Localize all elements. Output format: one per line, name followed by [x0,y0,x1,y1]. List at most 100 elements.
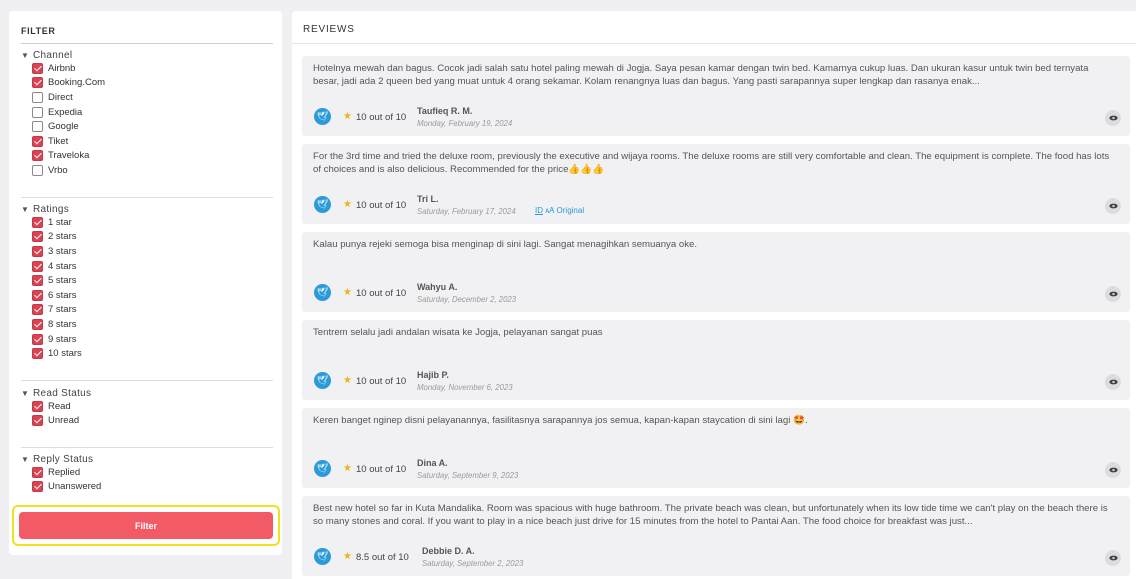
group-label: Read Status [33,387,92,399]
filter-group-channel: ▼ Channel Airbnb Booking.Com Direct Expe… [21,49,273,178]
checkbox[interactable] [32,275,43,287]
option-4-stars[interactable]: 4 stars [21,259,273,274]
review-card[interactable]: Best new hotel so far in Kuta Mandalika.… [302,496,1130,576]
group-toggle-ratings[interactable]: ▼ Ratings [21,203,273,215]
review-date: Monday, February 19, 2024 [417,119,513,128]
eye-icon [1108,115,1118,121]
eye-icon [1108,291,1118,297]
option-unread[interactable]: Unread [21,414,273,429]
view-button[interactable] [1105,374,1121,390]
checkbox[interactable] [32,289,43,301]
view-button[interactable] [1105,462,1121,478]
option-label: 7 stars [48,304,77,316]
option-10-stars[interactable]: 10 stars [21,346,273,361]
checkbox[interactable] [32,415,43,427]
checkbox[interactable] [32,333,43,345]
divider [21,43,273,44]
filter-title: FILTER [21,26,56,36]
checkbox[interactable] [32,121,43,133]
review-date: Saturday, December 2, 2023 [417,295,517,304]
reviewer-name: Debbie D. A. [422,546,475,556]
divider [21,447,273,448]
checkbox[interactable] [32,466,43,478]
filter-button[interactable]: Filter [19,512,273,539]
option-label: 8 stars [48,318,77,330]
option-traveloka[interactable]: Traveloka [21,149,273,164]
checkbox[interactable] [32,400,43,412]
checkbox[interactable] [32,348,43,360]
checkbox[interactable] [32,62,43,74]
checkbox[interactable] [32,135,43,147]
checkbox[interactable] [32,91,43,103]
filter-group-reply-status: ▼ Reply Status Replied Unanswered [21,453,273,494]
view-button[interactable] [1105,198,1121,214]
review-text: Tentrem selalu jadi andalan wisata ke Jo… [313,327,603,338]
bird-icon: 🕊 [314,372,331,389]
review-card[interactable]: Kalau punya rejeki semoga bisa menginap … [302,232,1130,312]
checkbox[interactable] [32,260,43,272]
review-text: Keren banget nginep disni pelayanannya, … [313,415,808,426]
review-date: Monday, November 6, 2023 [417,383,513,392]
review-card[interactable]: Keren banget nginep disni pelayanannya, … [302,408,1130,488]
option-label: Unanswered [48,481,102,493]
option-5-stars[interactable]: 5 stars [21,273,273,288]
checkbox[interactable] [32,304,43,316]
option-airbnb[interactable]: Airbnb [21,61,273,76]
review-card[interactable]: Tentrem selalu jadi andalan wisata ke Jo… [302,320,1130,400]
option-booking-com[interactable]: Booking.Com [21,76,273,91]
filter-panel: FILTER ▼ Channel Airbnb Booking.Com Dire… [9,11,282,555]
review-rating: 10 out of 10 [356,376,407,387]
review-rating: 10 out of 10 [356,112,407,123]
option-label: 6 stars [48,289,77,301]
option-tiket[interactable]: Tiket [21,134,273,149]
checkbox[interactable] [32,216,43,228]
view-button[interactable] [1105,286,1121,302]
checkbox[interactable] [32,77,43,89]
checkbox[interactable] [32,245,43,257]
option-label: Google [48,121,79,133]
option-unanswered[interactable]: Unanswered [21,480,273,495]
checkbox[interactable] [32,318,43,330]
option-replied[interactable]: Replied [21,465,273,480]
group-toggle-channel[interactable]: ▼ Channel [21,49,273,61]
checkbox[interactable] [32,150,43,162]
reviewer-name: Wahyu A. [417,282,458,292]
review-date: Saturday, September 9, 2023 [417,471,519,480]
group-toggle-read-status[interactable]: ▼ Read Status [21,387,273,399]
translation-toggle[interactable]: ID 🗚 Original [535,206,584,216]
option-7-stars[interactable]: 7 stars [21,303,273,318]
review-card[interactable]: Hotelnya mewah dan bagus. Cocok jadi sal… [302,56,1130,136]
checkbox[interactable] [32,164,43,176]
review-rating: 10 out of 10 [356,200,407,211]
review-footer: 🕊 ★ 10 out of 10 Dina A. Saturday, Septe… [314,456,1121,482]
translation-label: Original [556,206,585,215]
option-2-stars[interactable]: 2 stars [21,230,273,245]
caret-down-icon: ▼ [21,50,30,60]
review-text: For the 3rd time and tried the deluxe ro… [313,151,1110,175]
filter-group-ratings: ▼ Ratings 1 star 2 stars 3 stars 4 stars… [21,203,273,361]
option-3-stars[interactable]: 3 stars [21,244,273,259]
review-rating: 10 out of 10 [356,288,407,299]
checkbox[interactable] [32,106,43,118]
option-8-stars[interactable]: 8 stars [21,317,273,332]
review-card[interactable]: For the 3rd time and tried the deluxe ro… [302,144,1130,224]
view-button[interactable] [1105,110,1121,126]
option-vrbo[interactable]: Vrbo [21,163,273,178]
bird-icon: 🕊 [314,108,331,125]
option-6-stars[interactable]: 6 stars [21,288,273,303]
checkbox[interactable] [32,231,43,243]
caret-down-icon: ▼ [21,388,30,398]
option-label: Replied [48,466,81,478]
checkbox[interactable] [32,481,43,493]
option-9-stars[interactable]: 9 stars [21,332,273,347]
option-direct[interactable]: Direct [21,90,273,105]
bird-icon: 🕊 [314,284,331,301]
view-button[interactable] [1105,550,1121,566]
star-icon: ★ [343,375,352,386]
option-1-star[interactable]: 1 star [21,215,273,230]
review-date: Saturday, February 17, 2024 [417,207,516,216]
option-google[interactable]: Google [21,119,273,134]
group-toggle-reply-status[interactable]: ▼ Reply Status [21,453,273,465]
option-expedia[interactable]: Expedia [21,105,273,120]
option-read[interactable]: Read [21,399,273,414]
